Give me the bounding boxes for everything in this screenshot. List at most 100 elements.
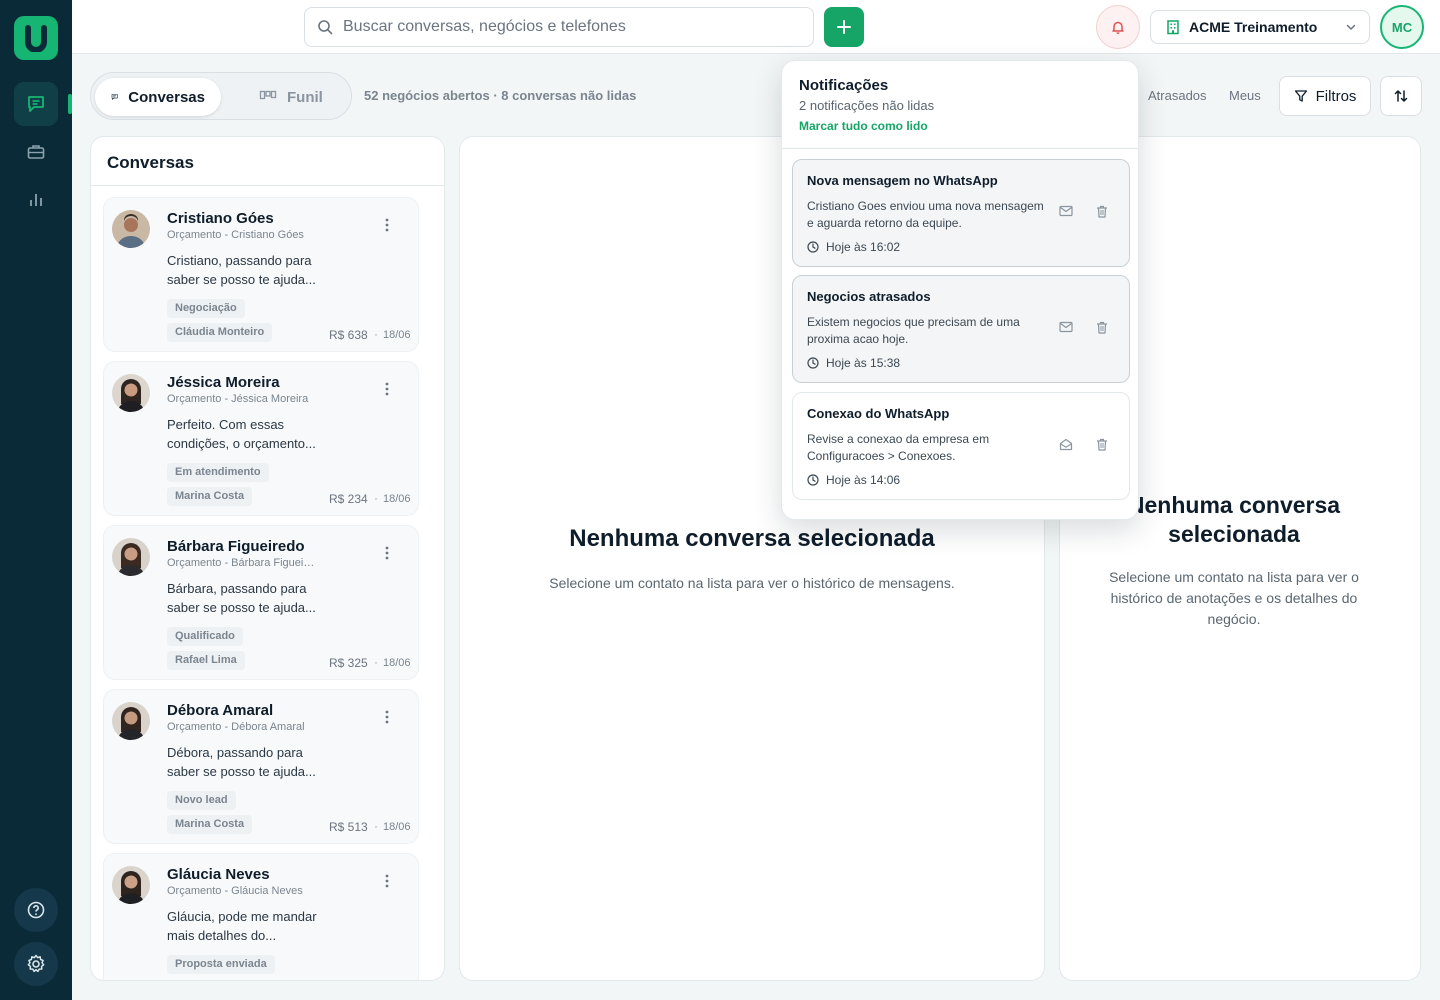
clock-icon — [807, 357, 819, 369]
sort-button[interactable] — [1380, 76, 1422, 116]
notifications-button[interactable] — [1096, 5, 1140, 49]
notification-time: Hoje às 14:06 — [807, 473, 900, 487]
sort-icon — [1394, 90, 1408, 102]
clock-icon — [807, 241, 819, 253]
more-options-icon[interactable] — [385, 710, 389, 724]
help-icon — [27, 901, 45, 919]
separator-dot: · — [374, 491, 378, 505]
search-box[interactable] — [304, 7, 814, 47]
delete-notification-button[interactable] — [1096, 205, 1108, 218]
chevron-down-icon — [1346, 24, 1356, 31]
notification-title: Nova mensagem no WhatsApp — [807, 173, 998, 188]
notification-time: Hoje às 15:38 — [807, 356, 900, 370]
mark-unread-button[interactable] — [1059, 438, 1073, 451]
help-button[interactable] — [14, 888, 58, 932]
company-selector[interactable]: ACME Treinamento — [1150, 10, 1370, 44]
contact-name: Bárbara Figueiredo — [167, 538, 305, 555]
conversation-card[interactable]: Gláucia Neves Orçamento - Gláucia Neves … — [103, 853, 419, 980]
avatar — [112, 866, 150, 904]
chart-icon — [30, 194, 42, 206]
conversations-panel: Conversas Cristiano Góes Orçamento - Cri… — [90, 136, 445, 981]
notification-title: Negocios atrasados — [807, 289, 931, 304]
open-deals-stats: 52 negócios abertos · 8 conversas não li… — [364, 88, 637, 103]
filters-button[interactable]: Filtros — [1279, 76, 1371, 116]
stage-badge: Proposta enviada — [167, 955, 275, 974]
conversation-card[interactable]: Jéssica Moreira Orçamento - Jéssica More… — [103, 361, 419, 516]
empty-state-subtitle: Selecione um contato na lista para ver o… — [549, 575, 955, 591]
owner-badge: Cláudia Monteiro — [167, 323, 273, 342]
mark-read-button[interactable] — [1059, 321, 1073, 333]
delete-notification-button[interactable] — [1096, 438, 1108, 451]
sidebar-item-negocios[interactable] — [14, 130, 58, 174]
user-avatar[interactable]: MC — [1380, 5, 1424, 49]
view-switcher: Conversas Funil — [90, 72, 352, 120]
top-bar: ACME Treinamento MC — [72, 0, 1440, 54]
company-name: ACME Treinamento — [1189, 19, 1318, 35]
stage-badge: Negociação — [167, 299, 245, 318]
deal-name: Orçamento - Cristiano Góes — [167, 229, 304, 241]
notification-body: Revise a conexao da empresa em Configura… — [807, 432, 990, 463]
avatar — [112, 210, 150, 248]
sidebar — [0, 0, 72, 1000]
deal-value: R$ 638 — [329, 328, 368, 342]
notification-time: Hoje às 16:02 — [807, 240, 900, 254]
conversations-title: Conversas — [107, 153, 194, 172]
deal-name: Orçamento - Débora Amaral — [167, 721, 305, 733]
mark-all-read-link[interactable]: Marcar tudo como lido — [799, 119, 928, 133]
conversation-card[interactable]: Cristiano Góes Orçamento - Cristiano Góe… — [103, 197, 419, 352]
notification-item[interactable]: Negocios atrasados Existem negocios que … — [792, 275, 1130, 383]
conversation-card[interactable]: Débora Amaral Orçamento - Débora Amaral … — [103, 689, 419, 844]
search-icon — [318, 20, 333, 35]
mail-icon — [1059, 321, 1073, 333]
trash-icon — [1097, 205, 1107, 218]
settings-icon — [27, 954, 45, 973]
notification-title: Conexao do WhatsApp — [807, 406, 950, 421]
briefcase-icon — [27, 145, 45, 159]
last-message: Perfeito. Com essas condições, o orçamen… — [167, 417, 316, 451]
deal-date: 18/06 — [383, 657, 411, 669]
conversation-card[interactable]: Bárbara Figueiredo Orçamento - Bárbara F… — [103, 525, 419, 680]
tab-funil[interactable]: Funil — [243, 78, 339, 116]
details-empty-subtitle: Selecione um contato na lista para ver o… — [1109, 569, 1359, 627]
avatar — [112, 538, 150, 576]
app-logo[interactable] — [14, 16, 58, 60]
notification-time-text: Hoje às 15:38 — [826, 356, 901, 370]
filter-meus[interactable]: Meus — [1229, 88, 1261, 103]
deal-value: R$ 234 — [329, 492, 368, 506]
sidebar-item-relatorios[interactable] — [14, 178, 58, 222]
tab-conversas[interactable]: Conversas — [95, 78, 221, 116]
more-options-icon[interactable] — [385, 382, 389, 396]
tab-conversas-label: Conversas — [128, 88, 205, 106]
avatar — [112, 702, 150, 740]
logo-mark-icon — [25, 25, 47, 52]
deal-value: R$ 513 — [329, 820, 368, 834]
settings-button[interactable] — [14, 942, 58, 986]
last-message: Gláucia, pode me mandar mais detalhes do… — [167, 909, 317, 943]
more-options-icon[interactable] — [385, 218, 389, 232]
deal-name: Orçamento - Gláucia Neves — [167, 885, 303, 897]
chat-icon — [28, 96, 44, 112]
owner-badge: Rafael Lima — [167, 651, 245, 670]
search-input[interactable] — [343, 18, 783, 36]
notifications-popover: Notificações 2 notificações não lidas Ma… — [781, 60, 1139, 520]
notification-item[interactable]: Conexao do WhatsApp Revise a conexao da … — [792, 392, 1130, 500]
contact-name: Débora Amaral — [167, 702, 274, 719]
contact-name: Gláucia Neves — [167, 866, 270, 883]
deal-value: R$ 325 — [329, 656, 368, 670]
owner-badge: Marina Costa — [167, 487, 253, 506]
delete-notification-button[interactable] — [1096, 321, 1108, 334]
more-options-icon[interactable] — [385, 546, 389, 560]
more-options-icon[interactable] — [385, 874, 389, 888]
notification-item[interactable]: Nova mensagem no WhatsApp Cristiano Goes… — [792, 159, 1130, 267]
deal-name: Orçamento - Jéssica Moreira — [167, 393, 309, 405]
deal-date: 18/06 — [383, 821, 411, 833]
divider — [782, 148, 1138, 149]
last-message: Cristiano, passando para saber se posso … — [167, 253, 316, 287]
add-button[interactable] — [824, 7, 864, 47]
separator-dot: · — [374, 819, 378, 833]
filter-atrasados[interactable]: Atrasados — [1148, 88, 1207, 103]
separator-dot: · — [374, 655, 378, 669]
mark-read-button[interactable] — [1059, 205, 1073, 217]
sidebar-item-conversas[interactable] — [14, 82, 58, 126]
notification-time-text: Hoje às 16:02 — [826, 240, 901, 254]
